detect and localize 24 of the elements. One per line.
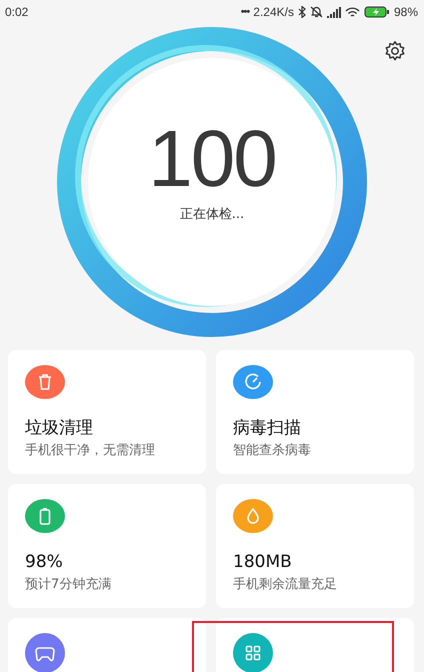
battery-icon xyxy=(364,6,390,18)
feature-card[interactable]: 垃圾清理 手机很干净，无需清理 xyxy=(8,350,206,474)
signal-icon xyxy=(326,6,341,18)
card-title: 垃圾清理 xyxy=(25,417,93,439)
status-time: 0:02 xyxy=(5,5,28,19)
network-speed: 2.24K/s xyxy=(253,5,294,19)
card-subtitle: 手机剩余流量充足 xyxy=(233,576,337,593)
card-title: 180MB xyxy=(233,551,292,573)
card-subtitle: 手机很干净，无需清理 xyxy=(25,442,155,459)
more-dots: ••• xyxy=(240,6,250,18)
card-title: 98% xyxy=(25,551,63,573)
card-subtitle: 智能查杀病毒 xyxy=(233,442,311,459)
scan-status: 正在体检... xyxy=(180,206,244,223)
wifi-icon xyxy=(344,6,360,18)
card-subtitle: 预计7分钟充满 xyxy=(25,576,112,593)
muted-bell-icon xyxy=(310,6,323,18)
card-title: 病毒扫描 xyxy=(233,417,301,439)
feature-card[interactable]: 病毒扫描 智能查杀病毒 xyxy=(216,350,414,474)
bluetooth-icon xyxy=(298,6,306,18)
settings-icon xyxy=(384,40,406,62)
feature-card[interactable]: 180MB 手机剩余流量充足 xyxy=(216,484,414,608)
health-score: 100 xyxy=(148,119,276,199)
feature-card[interactable]: 98% 预计7分钟充满 xyxy=(8,484,206,608)
battery-percent: 98% xyxy=(394,5,418,19)
